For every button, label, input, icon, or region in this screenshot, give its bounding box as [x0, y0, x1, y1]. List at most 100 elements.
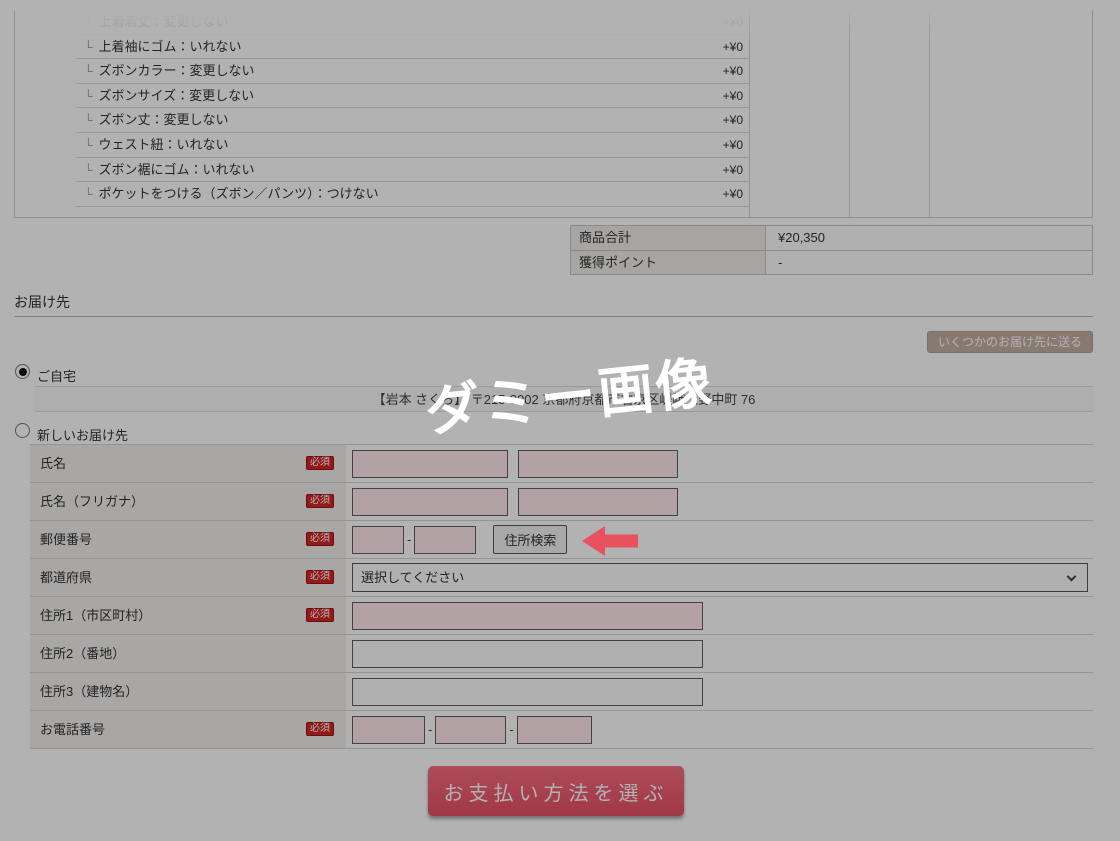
form-row-inputs: - 住所検索 [352, 521, 1093, 558]
home-address-row: 【岩本 さくら】 〒215-8002 京都府京都市右京区嵯峨上野中町 76 [35, 386, 1093, 412]
option-price: +¥0 [723, 158, 743, 183]
tree-corner-icon: └ [84, 138, 93, 152]
prefecture-placeholder: 選択してください [361, 570, 464, 585]
form-row: 郵便番号必須 - 住所検索 [30, 521, 1093, 559]
option-label: ズボンサイズ：変更しない [99, 88, 255, 103]
option-row: └ ズボンサイズ：変更しない +¥0 [76, 84, 749, 109]
required-badge: 必須 [306, 456, 334, 470]
address1-input[interactable] [352, 602, 703, 630]
totals-table: 商品合計¥20,350獲得ポイント- [570, 225, 1093, 275]
form-row-label: 都道府県必須 [30, 559, 346, 596]
option-row: └ ウェスト紐：いれない +¥0 [76, 133, 749, 158]
required-badge: 必須 [306, 494, 334, 508]
separator: - [407, 532, 411, 547]
option-label: 上着着丈：変更しない [99, 14, 229, 29]
form-row-label: 郵便番号必須 [30, 521, 346, 558]
separator: - [509, 722, 513, 737]
phone-input-3[interactable] [517, 716, 592, 744]
option-row: └ ズボンカラー：変更しない +¥0 [76, 59, 749, 84]
name-last-input[interactable] [352, 450, 508, 478]
form-row-label: 氏名必須 [30, 445, 346, 482]
tree-corner-icon: └ [84, 187, 93, 201]
form-row: 住所2（番地） [30, 635, 1093, 673]
tree-corner-icon: └ [84, 89, 93, 103]
form-row: お電話番号必須-- [30, 711, 1093, 749]
form-row-label: 氏名（フリガナ）必須 [30, 483, 346, 520]
option-label: ウェスト紐：いれない [99, 137, 229, 152]
separator: - [428, 722, 432, 737]
tree-corner-icon: └ [84, 40, 93, 54]
option-row: └ ポケットをつける（ズボン／パンツ）：つけない +¥0 [76, 182, 749, 207]
tree-corner-icon: └ [84, 64, 93, 78]
option-row: └ズボン丈：変更しない+¥0 [76, 108, 749, 133]
choose-payment-button[interactable]: お支払い方法を選ぶ [428, 766, 684, 816]
totals-value: ¥20,350 [766, 226, 1092, 250]
totals-row: 商品合計¥20,350 [571, 226, 1092, 250]
form-row-label: 住所3（建物名） [30, 673, 346, 710]
option-label: ズボンカラー：変更しない [99, 63, 255, 78]
new-address-label: 新しいお届け先 [37, 425, 128, 444]
option-price: +¥0 [723, 108, 743, 133]
form-row-label: お電話番号必須 [30, 711, 346, 748]
column-divider [849, 10, 850, 217]
column-divider [929, 10, 930, 217]
form-row-label: 住所1（市区町村）必須 [30, 597, 346, 634]
kana-last-input[interactable] [352, 488, 508, 516]
phone-input-2[interactable] [435, 716, 506, 744]
postal-code-input-1[interactable] [352, 526, 404, 554]
form-row: 住所1（市区町村）必須 [30, 597, 1093, 635]
name-first-input[interactable] [518, 450, 678, 478]
home-address-radio[interactable] [15, 364, 30, 379]
order-options-table: └ 上着着丈：変更しない +¥0 └ 上着袖にゴム：いれない +¥0 └ ズボンカラー：変更し… [14, 10, 1093, 218]
option-price: +¥0 [723, 35, 743, 60]
totals-label: 商品合計 [571, 226, 766, 250]
multi-address-button[interactable]: いくつかのお届け先に送る [927, 331, 1093, 353]
form-row-inputs: 選択してください [352, 559, 1093, 596]
form-row: 氏名必須 [30, 445, 1093, 483]
form-row-inputs: -- [352, 711, 1093, 748]
form-row-inputs [352, 483, 1093, 520]
required-badge: 必須 [306, 532, 334, 546]
totals-row: 獲得ポイント- [571, 250, 1092, 274]
form-row-label: 住所2（番地） [30, 635, 346, 672]
form-row: 都道府県必須選択してください [30, 559, 1093, 597]
form-row-inputs [352, 673, 1093, 710]
prefecture-select[interactable]: 選択してください [352, 563, 1088, 592]
form-row: 氏名（フリガナ）必須 [30, 483, 1093, 521]
postal-search-button[interactable]: 住所検索 [493, 525, 567, 554]
required-badge: 必須 [306, 722, 334, 736]
option-rows: └ 上着着丈：変更しない +¥0 └ 上着袖にゴム：いれない +¥0 └ ズボンカラー：変更し… [76, 10, 749, 207]
postal-code-input-2[interactable] [414, 526, 476, 554]
kana-first-input[interactable] [518, 488, 678, 516]
address2-input[interactable] [352, 640, 703, 668]
option-row: └ ズボン裾にゴム：いれない +¥0 [76, 158, 749, 183]
option-price: +¥0 [723, 182, 743, 207]
home-address-label: ご自宅 [37, 366, 76, 385]
section-divider [14, 316, 1093, 317]
form-row-inputs [352, 597, 1093, 634]
required-badge: 必須 [306, 608, 334, 622]
option-price: +¥0 [723, 59, 743, 84]
checkout-page: └ 上着着丈：変更しない +¥0 └ 上着袖にゴム：いれない +¥0 └ ズボンカラー：変更し… [0, 0, 1120, 841]
option-label: ズボン裾にゴム：いれない [99, 162, 255, 177]
phone-input-1[interactable] [352, 716, 425, 744]
option-row: └ 上着袖にゴム：いれない +¥0 [76, 35, 749, 60]
option-label: 上着袖にゴム：いれない [99, 39, 242, 54]
address3-input[interactable] [352, 678, 703, 706]
option-label: ズボン丈：変更しない [99, 112, 229, 127]
tree-corner-icon: └ [84, 163, 93, 177]
option-price: +¥0 [723, 133, 743, 158]
tree-corner-icon: └ [84, 15, 93, 29]
form-row: 住所3（建物名） [30, 673, 1093, 711]
totals-value: - [766, 251, 1092, 274]
column-divider [749, 10, 750, 217]
address-form: 氏名必須氏名（フリガナ）必須郵便番号必須-住所検索都道府県必須選択してください住… [30, 444, 1093, 749]
new-address-radio[interactable] [15, 423, 30, 438]
chevron-down-icon [1067, 572, 1077, 582]
option-price: +¥0 [723, 10, 743, 35]
option-price: +¥0 [723, 84, 743, 109]
form-row-inputs [352, 445, 1093, 482]
option-label: ポケットをつける（ズボン／パンツ）：つけない [99, 186, 379, 201]
option-row: └ 上着着丈：変更しない +¥0 [76, 10, 749, 35]
form-row-inputs [352, 635, 1093, 672]
